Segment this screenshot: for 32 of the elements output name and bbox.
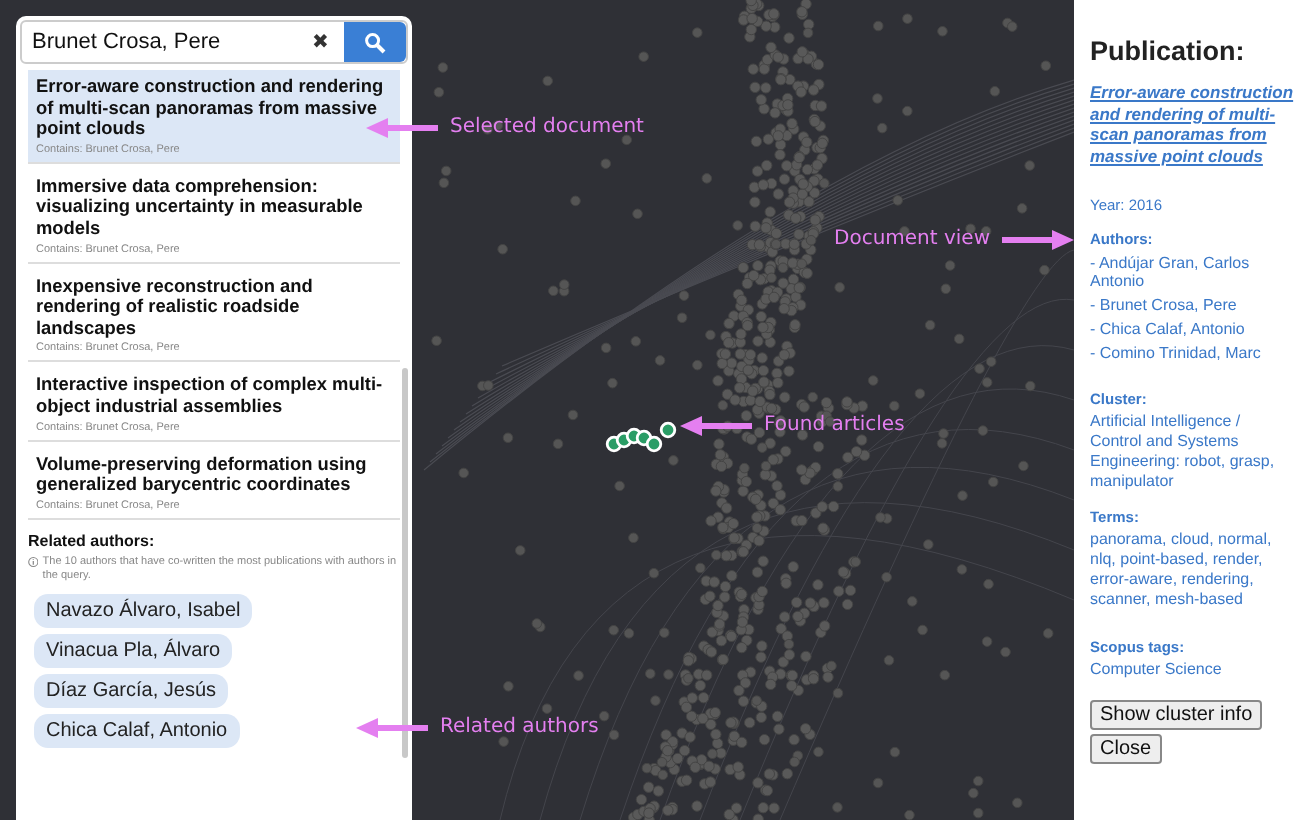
info-icon [28,555,39,568]
annotation-label: Selected document [450,116,644,138]
author-chip[interactable]: Vinacua Pla, Álvaro [34,633,233,668]
author-entry: - Andújar Gran, Carlos Antonio [1090,254,1252,290]
result-title: Immersive data comprehension: visualizing uncertainty in measurable models [36,175,365,240]
result-title: Volume-preserving deformation using generalized barycentric coordinates [36,453,369,496]
related-authors-heading: Related authors: [28,531,157,550]
scrollbar[interactable] [402,368,408,758]
found-articles-drawing [605,421,677,453]
author-chip[interactable]: Navazo Álvaro, Isabel [34,593,253,628]
annotation-label: Found articles [764,414,905,436]
author-chip[interactable]: Chica Calaf, Antonio [34,713,240,748]
close-button[interactable]: Close [1090,734,1162,764]
annotation-arrow [366,117,438,137]
author-entry: - Brunet Crosa, Pere [1090,296,1239,314]
author-entry: - Chica Calaf, Antonio [1090,320,1247,338]
annotation-label: Document view [834,228,991,250]
terms-value: panorama, cloud, normal, nlq, point-based, render, error-aware, rendering, scanner, mesh-based [1090,530,1274,610]
author-chip[interactable]: Díaz García, Jesús [34,673,229,708]
result-title: Interactive inspection of complex multi-object industrial assemblies [36,374,385,418]
publication-heading: Publication: [1090,36,1247,66]
publication-title-link[interactable]: Error-aware construction and rendering of multi-scan panoramas from massive point clouds [1090,82,1296,166]
result-title: Error-aware construction and rendering of multi-scan panoramas from massive point clouds [36,76,386,140]
annotation-label: Related authors [440,716,599,738]
cluster-info-button[interactable]: Show cluster info [1090,700,1263,730]
cluster-value: Artificial Intelligence / Control and Systems Engineering: robot, grasp, manipulator [1090,412,1277,492]
scopus-tags-value: Computer Science [1090,660,1224,680]
annotation-arrow [680,415,752,435]
annotation-arrow [356,717,428,737]
author-entry: - Comino Trinidad, Marc [1090,344,1263,362]
annotation-arrow [1002,229,1075,249]
result-title: Inexpensive reconstruction and rendering of realistic roadside landscapes [36,275,315,339]
